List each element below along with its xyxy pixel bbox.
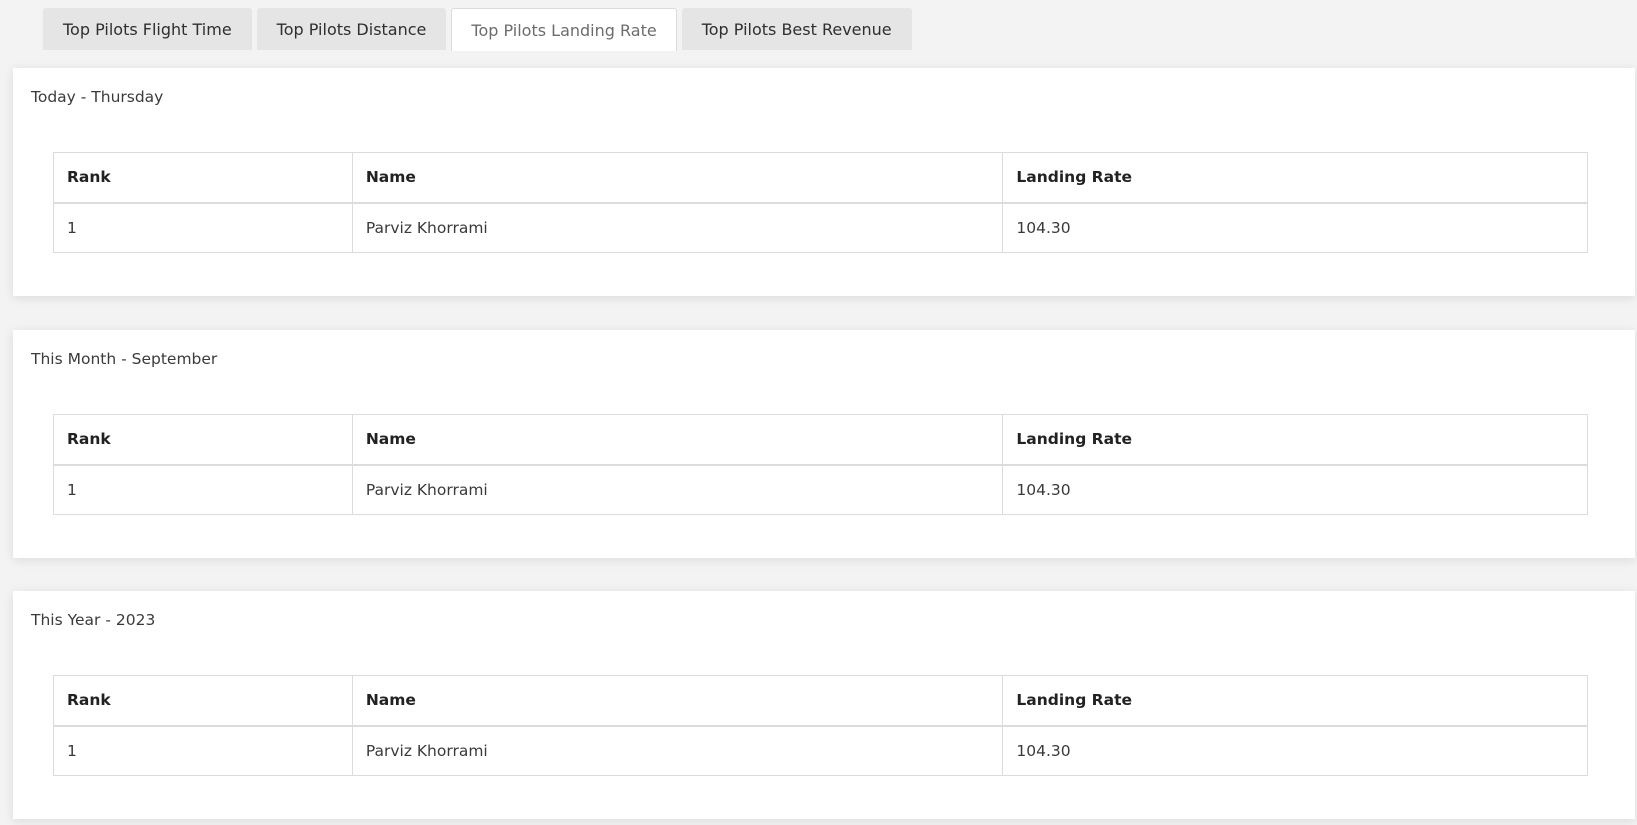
cell-name: Parviz Khorrami [351,202,1004,253]
table-header-row: Rank Name Landing Rate [53,675,1588,727]
panel-this-month: This Month - September Rank Name Landing… [13,330,1635,558]
panel-title: This Year - 2023 [31,611,156,629]
cell-rank: 1 [53,202,353,253]
table-row: 1 Parviz Khorrami 104.30 [53,202,1588,253]
column-header-name: Name [351,152,1004,204]
column-header-landing-rate: Landing Rate [1002,152,1588,204]
column-header-landing-rate: Landing Rate [1002,414,1588,466]
cell-landing-rate: 104.30 [1002,202,1588,253]
cell-landing-rate: 104.30 [1002,464,1588,515]
table-row: 1 Parviz Khorrami 104.30 [53,464,1588,515]
table-header-row: Rank Name Landing Rate [53,414,1588,466]
column-header-name: Name [351,414,1004,466]
tab-top-pilots-best-revenue[interactable]: Top Pilots Best Revenue [681,8,912,50]
column-header-name: Name [351,675,1004,727]
table-row: 1 Parviz Khorrami 104.30 [53,725,1588,776]
column-header-rank: Rank [53,414,353,466]
panel-title: This Month - September [31,350,218,368]
table-header-row: Rank Name Landing Rate [53,152,1588,204]
column-header-landing-rate: Landing Rate [1002,675,1588,727]
panel-title: Today - Thursday [31,88,164,106]
cell-rank: 1 [53,464,353,515]
leaderboard-tabs: Top Pilots Flight Time Top Pilots Distan… [43,8,912,51]
column-header-rank: Rank [53,152,353,204]
leaderboard-table: Rank Name Landing Rate 1 Parviz Khorrami… [53,152,1588,253]
cell-name: Parviz Khorrami [351,464,1004,515]
leaderboard-table: Rank Name Landing Rate 1 Parviz Khorrami… [53,675,1588,776]
panel-this-year: This Year - 2023 Rank Name Landing Rate … [13,591,1635,819]
tab-top-pilots-landing-rate[interactable]: Top Pilots Landing Rate [451,8,677,51]
column-header-rank: Rank [53,675,353,727]
cell-name: Parviz Khorrami [351,725,1004,776]
cell-rank: 1 [53,725,353,776]
tab-top-pilots-distance[interactable]: Top Pilots Distance [256,8,447,50]
panel-today: Today - Thursday Rank Name Landing Rate … [13,68,1635,296]
cell-landing-rate: 104.30 [1002,725,1588,776]
leaderboard-table: Rank Name Landing Rate 1 Parviz Khorrami… [53,414,1588,515]
tab-top-pilots-flight-time[interactable]: Top Pilots Flight Time [43,8,252,50]
